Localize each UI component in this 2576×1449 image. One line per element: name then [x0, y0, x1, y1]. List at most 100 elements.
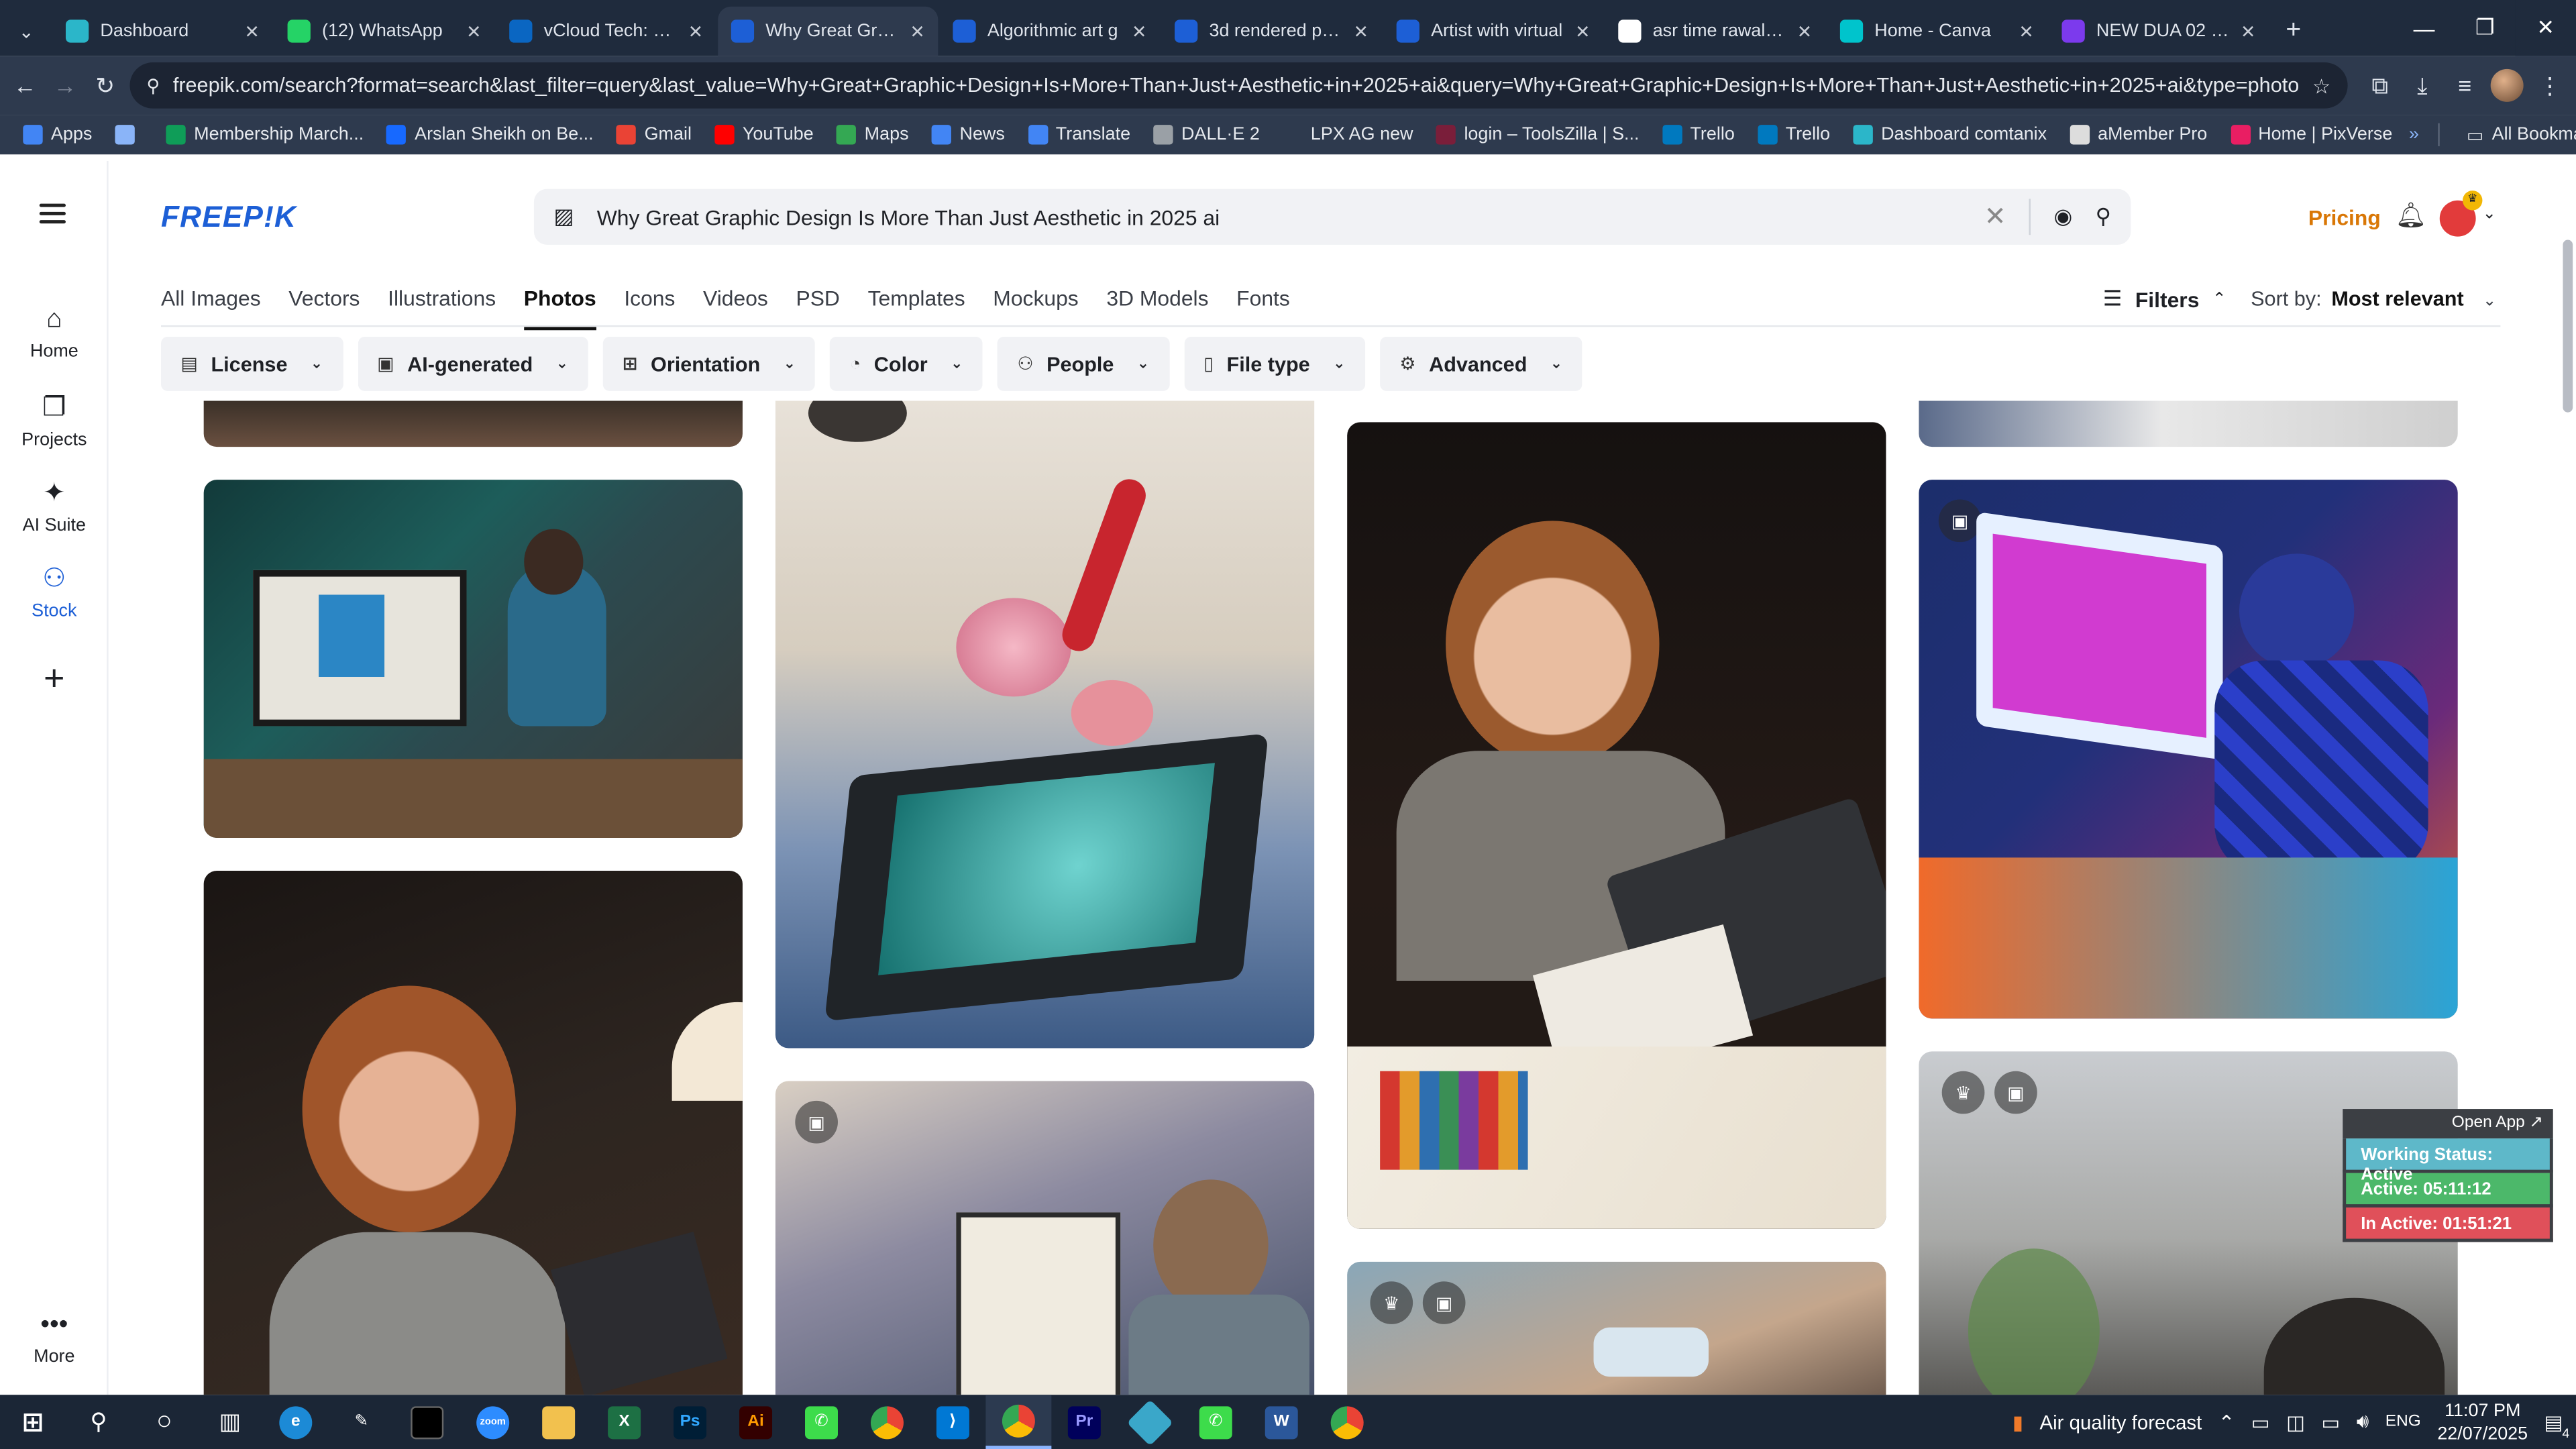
page-scrollbar[interactable]	[2563, 239, 2573, 413]
filter-ai-generated[interactable]: ▣ AI-generated ⌄	[357, 337, 588, 391]
browser-tab[interactable]: Artist with virtual ✕	[1383, 7, 1603, 56]
chrome-icon[interactable]	[1314, 1395, 1380, 1449]
downloads-icon[interactable]: ⤓	[2406, 64, 2439, 107]
bookmark-item[interactable]: Dashboard comtanix	[1847, 125, 2053, 145]
menu-icon[interactable]	[39, 203, 66, 224]
meet-icon[interactable]: ▭	[2251, 1410, 2270, 1433]
open-app-link[interactable]: Open App ↗	[2343, 1109, 2553, 1139]
bookmark-item[interactable]: News	[925, 125, 1012, 145]
cortana-icon[interactable]: ○	[131, 1395, 197, 1449]
tab-close-icon[interactable]: ✕	[466, 21, 482, 42]
bookmark-item[interactable]: YouTube	[708, 125, 820, 145]
zoom-icon[interactable]: zoom	[460, 1395, 526, 1449]
all-bookmarks-button[interactable]: ▭ All Bookmarks	[2460, 124, 2576, 146]
result-image[interactable]	[203, 400, 743, 447]
bookmark-item[interactable]: Apps	[16, 125, 99, 145]
browser-menu-icon[interactable]: ⋮	[2534, 64, 2567, 107]
filter-license[interactable]: ▤ License ⌄	[161, 337, 343, 391]
add-icon[interactable]: +	[0, 657, 109, 700]
minimize-button[interactable]: —	[2394, 0, 2455, 56]
tab-close-icon[interactable]: ✕	[1132, 21, 1147, 42]
back-button[interactable]: ←	[10, 64, 40, 107]
bell-icon[interactable]: 🔔︎	[2396, 201, 2427, 230]
tab-close-icon[interactable]: ✕	[1353, 21, 1368, 42]
photoshop-icon[interactable]: Ps	[657, 1395, 723, 1449]
result-image[interactable]	[203, 870, 743, 1395]
result-image[interactable]: ▣	[775, 1081, 1315, 1395]
bookmark-star-icon[interactable]: ☆	[2312, 73, 2330, 97]
filter-orientation[interactable]: ⊞ Orientation ⌄	[602, 337, 816, 391]
close-window-button[interactable]: ✕	[2515, 0, 2576, 56]
rail-ai-suite[interactable]: ✦ AI Suite	[0, 476, 109, 535]
start-button[interactable]: ⊞	[0, 1395, 66, 1449]
language-indicator[interactable]: ENG	[2385, 1413, 2421, 1431]
tab-close-icon[interactable]: ✕	[244, 21, 260, 42]
bookmark-item[interactable]: Home | PixVerse	[2224, 125, 2399, 145]
result-image[interactable]	[1919, 400, 2458, 447]
tab-close-icon[interactable]: ✕	[688, 21, 704, 42]
bookmark-item[interactable]: Trello	[1656, 125, 1741, 145]
terminal-icon[interactable]	[394, 1395, 460, 1449]
freepik-logo[interactable]: FREEP!K	[161, 201, 297, 235]
word-icon[interactable]: W	[1248, 1395, 1314, 1449]
result-image[interactable]	[775, 400, 1315, 1049]
chrome-icon[interactable]	[854, 1395, 920, 1449]
filters-toggle[interactable]: ☰ Filters ⌃	[2103, 286, 2226, 312]
maximize-button[interactable]: ❐	[2455, 0, 2516, 56]
search-input[interactable]: Why Great Graphic Design Is More Than Ju…	[597, 205, 1962, 229]
browser-tab[interactable]: asr time rawalpin ✕	[1605, 7, 1825, 56]
bookmark-item[interactable]: LPX AG new	[1276, 125, 1419, 145]
result-image[interactable]	[1347, 422, 1886, 1229]
tab-close-icon[interactable]: ✕	[1797, 21, 1813, 42]
bookmark-item[interactable]: Arslan Sheikh on Be...	[380, 125, 600, 145]
bookmark-item[interactable]: Trello	[1751, 125, 1837, 145]
search-icon[interactable]: ⚲	[2096, 204, 2111, 230]
tab-illustrations[interactable]: Illustrations	[388, 286, 496, 330]
browser-tab[interactable]: Dashboard ✕	[52, 7, 272, 56]
browser-tab[interactable]: Algorithmic art g ✕	[940, 7, 1160, 56]
weather-widget[interactable]: Air quality forecast	[2040, 1410, 2202, 1433]
browser-tab[interactable]: (12) WhatsApp ✕	[274, 7, 494, 56]
more-bookmarks-icon[interactable]: »	[2409, 125, 2419, 144]
bookmark-item[interactable]: aMember Pro	[2063, 125, 2214, 145]
browser-tab[interactable]: vCloud Tech: Peo ✕	[496, 7, 716, 56]
search-bar[interactable]: ▨ Why Great Graphic Design Is More Than …	[533, 189, 2131, 245]
excel-icon[interactable]: X	[592, 1395, 657, 1449]
rail-home[interactable]: ⌂ Home	[0, 306, 109, 362]
file-explorer-icon[interactable]	[526, 1395, 592, 1449]
tab-psd[interactable]: PSD	[796, 286, 839, 330]
chevron-down-icon[interactable]: ⌄	[2482, 205, 2496, 223]
address-bar[interactable]: ⚲ freepik.com/search?format=search&last_…	[130, 62, 2347, 109]
camera-icon[interactable]: ◫	[2286, 1410, 2305, 1433]
notification-icon[interactable]: ▤ 4	[2544, 1410, 2570, 1440]
camera-search-icon[interactable]: ◉	[2054, 204, 2073, 230]
filter-advanced[interactable]: ⚙ Advanced ⌄	[1379, 337, 1582, 391]
bookmark-item[interactable]	[109, 125, 150, 145]
phone-app-icon[interactable]: ✆	[1183, 1395, 1248, 1449]
rail-projects[interactable]: ❐ Projects	[0, 391, 109, 450]
browser-tab[interactable]: 3d rendered phot ✕	[1161, 7, 1381, 56]
profile-avatar[interactable]	[2491, 64, 2524, 107]
rail-stock[interactable]: ⚇ Stock	[0, 562, 109, 621]
new-tab-button[interactable]: +	[2271, 7, 2317, 56]
site-info-icon[interactable]: ⚲	[146, 74, 160, 96]
tab-all-images[interactable]: All Images	[161, 286, 261, 330]
bookmark-item[interactable]: DALL·E 2	[1147, 125, 1267, 145]
bookmark-item[interactable]: login – ToolsZilla | S...	[1430, 125, 1646, 145]
pricing-link[interactable]: Pricing	[2308, 205, 2381, 230]
chrome-active-icon[interactable]	[985, 1395, 1052, 1449]
clock[interactable]: 11:07 PM 22/07/2025	[2437, 1399, 2528, 1445]
tray-chevron-icon[interactable]: ⌃	[2218, 1410, 2235, 1433]
tab-close-icon[interactable]: ✕	[2241, 21, 2256, 42]
premiere-icon[interactable]: Pr	[1051, 1395, 1117, 1449]
sort-dropdown[interactable]: Sort by: Most relevant ⌄	[2251, 288, 2496, 311]
search-icon[interactable]: ⚲	[66, 1395, 131, 1449]
bookmark-item[interactable]: Gmail	[610, 125, 698, 145]
tab-close-icon[interactable]: ✕	[2019, 21, 2034, 42]
result-image[interactable]: ▣	[1919, 480, 2458, 1019]
edge-icon[interactable]: e	[263, 1395, 329, 1449]
app-icon[interactable]	[1117, 1395, 1183, 1449]
filter-color[interactable]: ◔ Color ⌄	[830, 337, 983, 391]
result-image[interactable]	[203, 480, 743, 838]
forward-button[interactable]: →	[50, 64, 80, 107]
